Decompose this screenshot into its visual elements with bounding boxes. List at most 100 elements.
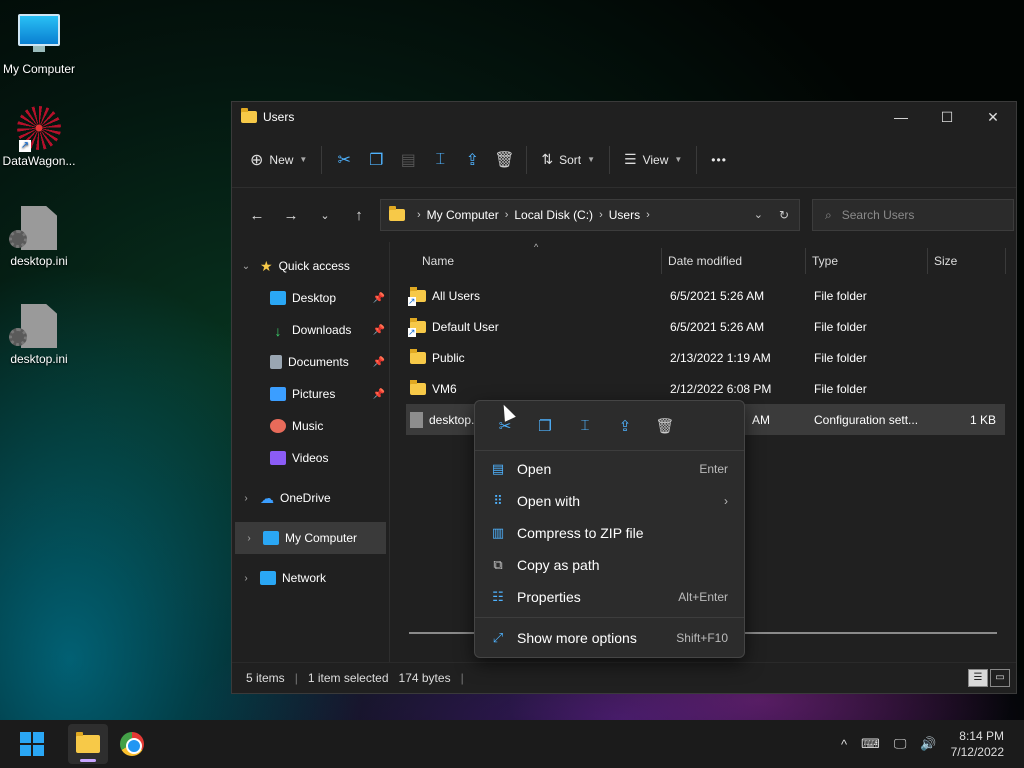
monitor-icon [263, 531, 279, 545]
desktop-icon-desktop-ini[interactable]: desktop.ini [0, 206, 78, 268]
breadcrumb-separator-icon[interactable]: › [505, 209, 509, 221]
pin-icon: 📌 [372, 388, 385, 400]
show-hidden-icons-chevron-icon[interactable]: ^ [841, 737, 847, 752]
sidebar-item-videos[interactable]: Videos [232, 442, 389, 474]
sidebar-item-label: Network [282, 571, 327, 585]
ini-file-icon [410, 411, 423, 428]
breadcrumb-users[interactable]: Users [609, 208, 640, 222]
delete-icon[interactable]: 🗑 [645, 417, 685, 435]
breadcrumb-separator-icon[interactable]: › [599, 209, 603, 221]
navigation-pane: ⌄ ★ Quick access Desktop 📌 ↓ Downloads 📌… [232, 242, 390, 662]
sidebar-item-documents[interactable]: Documents 📌 [232, 346, 389, 378]
clock[interactable]: 8:14 PM 7/12/2022 [951, 728, 1004, 760]
desktop-icon-desktop-ini-2[interactable]: desktop.ini [0, 304, 78, 366]
maximize-button[interactable]: ☐ [924, 102, 970, 132]
file-explorer-icon [76, 732, 100, 753]
ini-file-icon [9, 206, 61, 250]
more-options-button[interactable]: ••• [703, 143, 735, 177]
delete-icon[interactable]: 🗑 [488, 143, 520, 177]
paste-icon[interactable]: ▤ [392, 143, 424, 177]
sidebar-item-music[interactable]: Music [232, 410, 389, 442]
chevron-right-icon[interactable]: › [232, 573, 254, 584]
up-arrow-icon[interactable]: ↑ [342, 207, 376, 224]
file-row[interactable]: Default User 6/5/2021 5:26 AM File folde… [406, 311, 1005, 342]
new-button[interactable]: ⊕ New ▼ [242, 143, 315, 177]
column-header-name[interactable]: Name [390, 248, 662, 274]
open-with-icon: ⠿ [493, 493, 503, 508]
pin-icon: 📌 [372, 324, 385, 336]
context-open[interactable]: ▤ Open Enter [475, 453, 744, 485]
menu-label: Compress to ZIP file [517, 525, 644, 541]
breadcrumb-local-disk[interactable]: Local Disk (C:) [514, 208, 593, 222]
column-header-date[interactable]: Date modified [662, 248, 806, 274]
keyboard-icon[interactable]: ⌨ [861, 736, 880, 752]
copy-icon[interactable]: ❐ [525, 417, 565, 435]
minimize-button[interactable]: — [878, 102, 924, 132]
chevron-right-icon: › [724, 494, 728, 508]
sidebar-item-label: OneDrive [280, 491, 331, 505]
datawagon-icon: ↗ [17, 106, 61, 152]
chevron-down-icon: ▼ [674, 155, 683, 164]
address-history-chevron-icon[interactable]: ⌄ [754, 208, 763, 222]
file-row[interactable]: All Users 6/5/2021 5:26 AM File folder [406, 280, 1005, 311]
sidebar-item-desktop[interactable]: Desktop 📌 [232, 282, 389, 314]
file-name: VM6 [432, 381, 457, 396]
item-count: 5 items [246, 670, 285, 685]
taskbar-file-explorer[interactable] [68, 724, 108, 764]
back-arrow-icon[interactable]: ← [240, 207, 274, 224]
tiles-view-icon[interactable]: ▭ [990, 668, 1010, 687]
recent-locations-chevron-icon[interactable]: ⌄ [308, 209, 342, 222]
context-copy-as-path[interactable]: ⧉ Copy as path [475, 549, 744, 581]
sidebar-item-onedrive[interactable]: › ☁ OneDrive [232, 482, 389, 514]
sidebar-item-pictures[interactable]: Pictures 📌 [232, 378, 389, 410]
rename-icon[interactable]: ⌶ [424, 143, 456, 177]
rename-icon[interactable]: ⌶ [565, 417, 605, 434]
column-header-type[interactable]: Type [806, 248, 928, 274]
network-status-icon[interactable]: 🖵 [894, 736, 907, 752]
file-type: File folder [814, 288, 867, 303]
sidebar-item-downloads[interactable]: ↓ Downloads 📌 [232, 314, 389, 346]
breadcrumb-my-computer[interactable]: My Computer [427, 208, 499, 222]
file-date: 2/12/2022 6:08 PM [670, 381, 772, 396]
sort-button[interactable]: ⇅ Sort ▼ [533, 143, 603, 177]
chevron-right-icon[interactable]: › [232, 493, 254, 504]
chevron-right-icon[interactable]: › [235, 533, 257, 544]
desktop-icon-datawagon[interactable]: ↗ DataWagon... [0, 106, 78, 168]
breadcrumb-separator-icon[interactable]: › [646, 209, 650, 221]
search-input[interactable]: ⌕ Search Users [812, 199, 1014, 231]
start-button[interactable] [12, 724, 52, 764]
context-compress-zip[interactable]: ▥ Compress to ZIP file [475, 517, 744, 549]
menu-label: Open [517, 461, 552, 477]
share-icon[interactable]: ⇪ [605, 417, 645, 435]
sidebar-item-network[interactable]: › Network [232, 562, 389, 594]
context-open-with[interactable]: ⠿ Open with › [475, 485, 744, 517]
copy-icon[interactable]: ❐ [360, 143, 392, 177]
sort-label: Sort [559, 152, 582, 167]
refresh-icon[interactable]: ↻ [779, 208, 789, 222]
context-show-more-options[interactable]: ⤢ Show more options Shift+F10 [475, 622, 744, 654]
details-view-icon[interactable]: ☰ [968, 668, 988, 687]
cut-icon[interactable]: ✂ [328, 143, 360, 177]
file-row[interactable]: Public 2/13/2022 1:19 AM File folder [406, 342, 1005, 373]
sidebar-item-my-computer[interactable]: › My Computer [235, 522, 386, 554]
desktop-folder-icon [270, 291, 286, 305]
chevron-down-icon: ▼ [299, 155, 308, 164]
context-properties[interactable]: ☷ Properties Alt+Enter [475, 581, 744, 613]
breadcrumb-separator-icon[interactable]: › [417, 209, 421, 221]
share-icon[interactable]: ⇪ [456, 143, 488, 177]
volume-icon[interactable]: 🔊 [920, 736, 936, 752]
column-header-size[interactable]: Size [928, 248, 1006, 274]
view-button[interactable]: ☰ View ▼ [616, 143, 690, 177]
sidebar-item-quick-access[interactable]: ⌄ ★ Quick access [232, 250, 389, 282]
desktop-icon-label: desktop.ini [10, 254, 68, 268]
music-icon [270, 419, 286, 433]
taskbar-chrome[interactable] [112, 724, 152, 764]
title-bar[interactable]: Users — ☐ ✕ [232, 102, 1016, 132]
windows-logo-icon [20, 732, 44, 756]
address-bar[interactable]: › My Computer › Local Disk (C:) › Users … [380, 199, 800, 231]
desktop-icon-my-computer[interactable]: My Computer [0, 10, 78, 76]
forward-arrow-icon[interactable]: → [274, 207, 308, 224]
file-date: 2/13/2022 1:19 AM [670, 350, 771, 365]
close-button[interactable]: ✕ [970, 102, 1016, 132]
chevron-down-icon[interactable]: ⌄ [232, 261, 254, 272]
